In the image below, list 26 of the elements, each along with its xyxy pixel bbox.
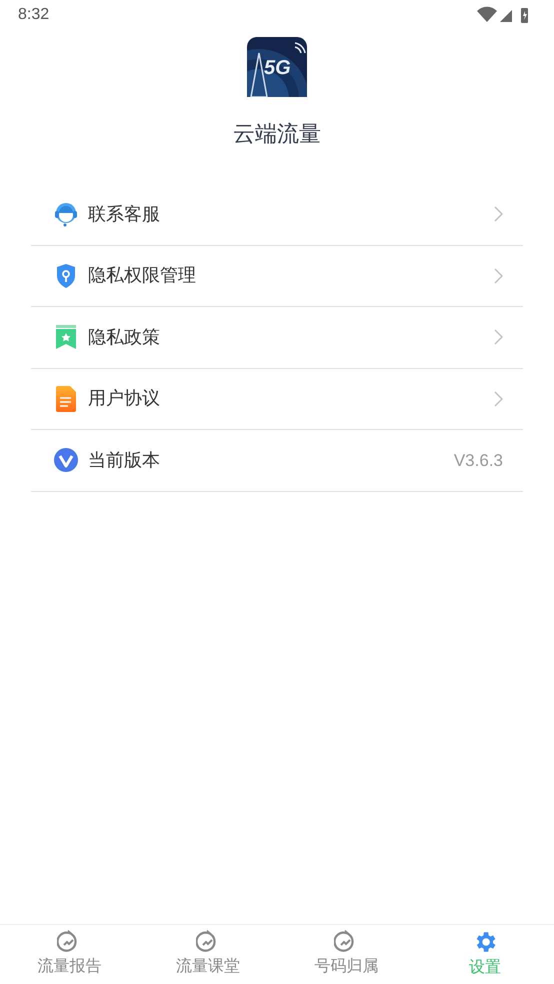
menu-item[interactable]: 用户协议: [31, 368, 523, 430]
v-logo-icon: [53, 447, 79, 474]
menu-item[interactable]: 隐私权限管理: [31, 246, 523, 307]
shield-icon: [54, 262, 78, 289]
headset-icon: [53, 201, 79, 228]
menu-label: 隐私政策: [88, 326, 160, 349]
chevron-icon: [494, 390, 503, 407]
version-value: V3.6.3: [454, 450, 503, 472]
chevron-icon: [494, 268, 503, 284]
app-name: 云端流量: [233, 120, 321, 148]
bookmark-star-icon: [55, 324, 77, 350]
menu-item[interactable]: 隐私政策: [31, 307, 523, 368]
menu-label: 当前版本: [88, 448, 160, 472]
menu-item[interactable]: 当前版本 V3.6.3: [31, 430, 523, 492]
document-icon: [55, 386, 77, 412]
menu-label: 隐私权限管理: [88, 264, 196, 288]
menu-label: 联系客服: [88, 202, 160, 226]
app-logo: 5G: [247, 37, 307, 97]
menu-item[interactable]: 联系客服: [31, 184, 523, 246]
chevron-icon: [494, 329, 503, 346]
status-time: 8:32: [18, 5, 50, 25]
nav-tab[interactable]: 流量课堂: [138, 925, 277, 984]
menu-label: 用户协议: [88, 387, 160, 410]
chevron-icon: [494, 206, 503, 222]
nav-tab[interactable]: 号码归属: [277, 925, 416, 984]
nav-tab[interactable]: 流量报告: [0, 925, 138, 984]
